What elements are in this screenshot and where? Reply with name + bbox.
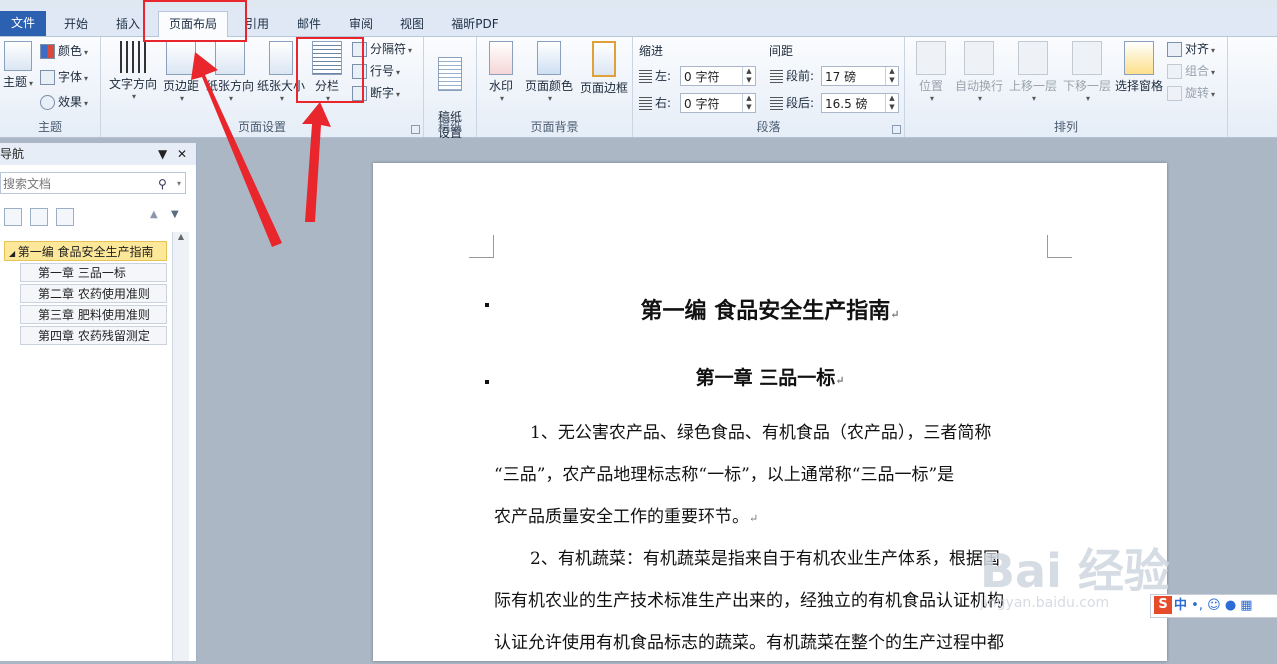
- arrow-to-columns: [302, 102, 331, 222]
- arrow-to-page-layout: [191, 52, 282, 247]
- annotation-arrows: [191, 52, 331, 247]
